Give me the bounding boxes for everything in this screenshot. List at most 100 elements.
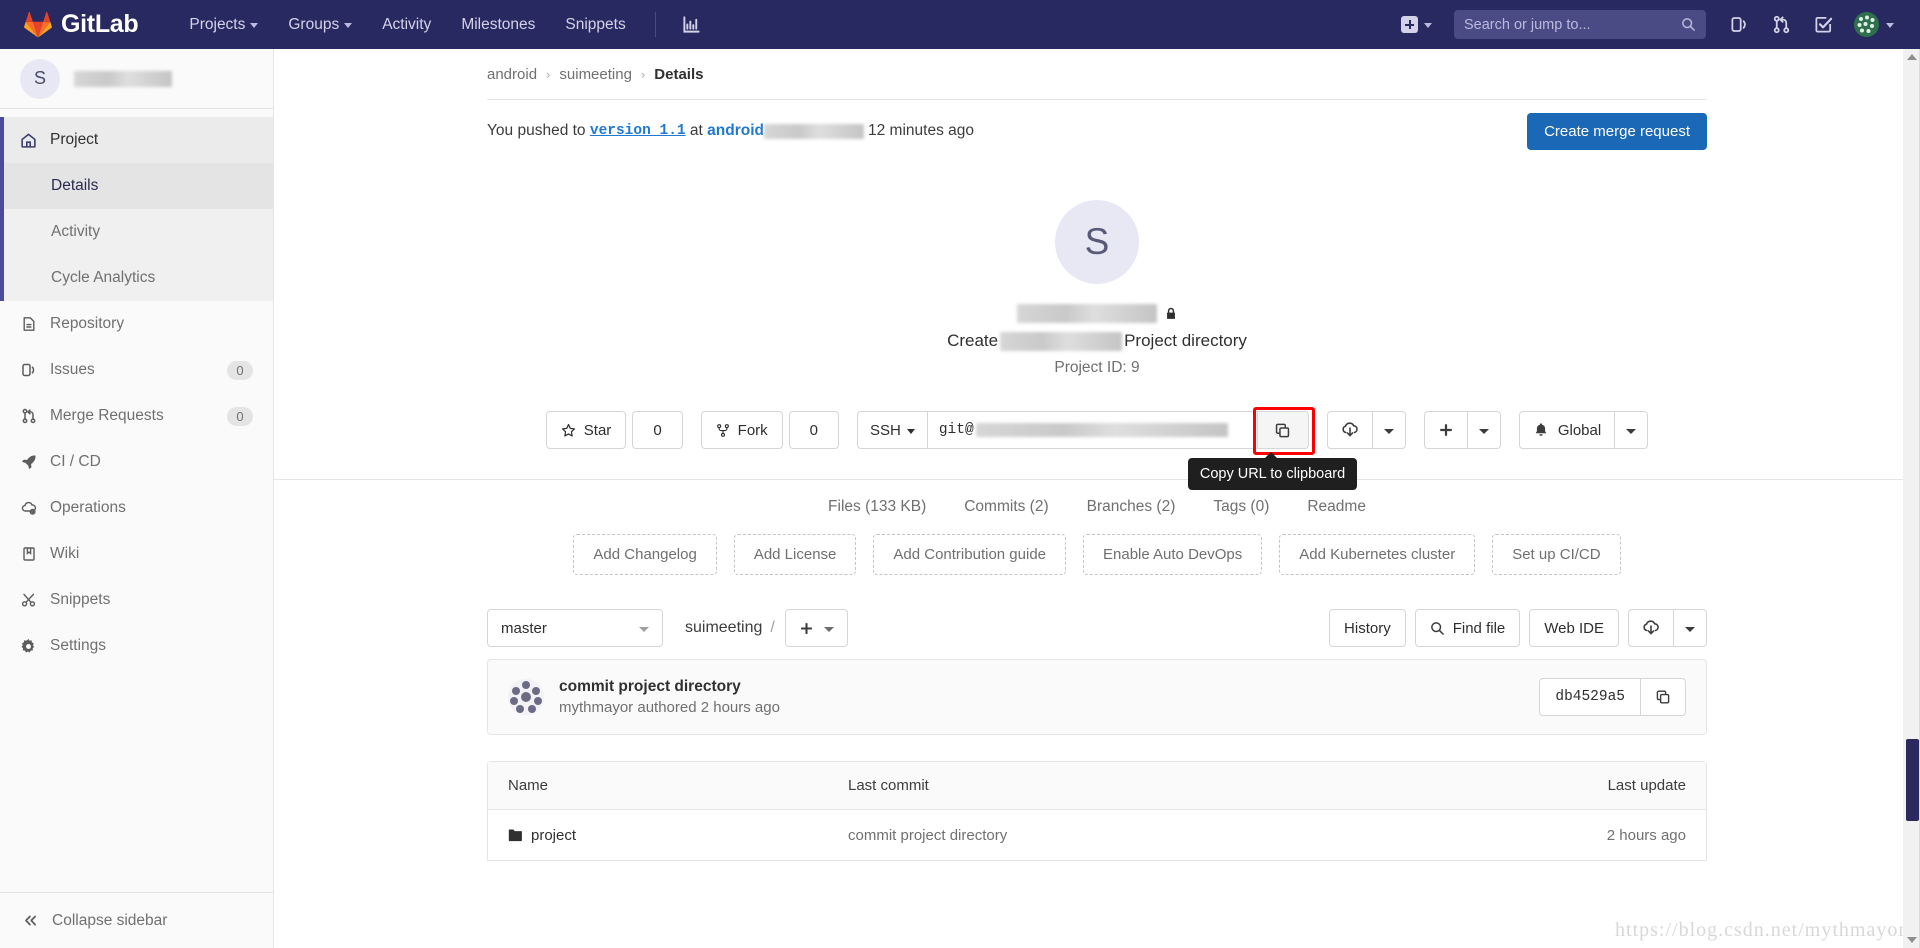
- nav-link-snippets[interactable]: Snippets: [552, 8, 638, 42]
- add-kubernetes-cluster-button[interactable]: Add Kubernetes cluster: [1279, 534, 1476, 575]
- sidebar-item-cycle-analytics[interactable]: Cycle Analytics: [0, 255, 273, 301]
- stat-link-readme[interactable]: Readme: [1307, 498, 1366, 516]
- add-license-button[interactable]: Add License: [733, 534, 857, 575]
- notification-button[interactable]: Global: [1518, 411, 1616, 449]
- stat-link-commits[interactable]: Commits (2): [964, 498, 1048, 516]
- repo-download-button[interactable]: [1628, 609, 1674, 647]
- sidebar-label-wiki: Wiki: [50, 545, 80, 562]
- nav-link-groups[interactable]: Groups: [275, 8, 365, 42]
- push-time: 12 minutes ago: [868, 122, 974, 139]
- sidebar-item-activity[interactable]: Activity: [0, 209, 273, 255]
- cloud-gear-icon: [20, 500, 37, 516]
- create-merge-request-button[interactable]: Create merge request: [1527, 112, 1707, 150]
- clone-url-group: SSH git@ Copy URL to clipboard: [857, 407, 1358, 490]
- scrollbar-thumb[interactable]: [1906, 739, 1919, 821]
- repo-download-dropdown-toggle[interactable]: [1674, 609, 1707, 647]
- fork-count[interactable]: 0: [788, 411, 839, 449]
- sidebar-item-project[interactable]: Project: [0, 117, 273, 163]
- add-changelog-button[interactable]: Add Changelog: [573, 534, 717, 575]
- commit-sha[interactable]: db4529a5: [1539, 678, 1640, 716]
- global-search[interactable]: [1454, 10, 1706, 39]
- sidebar-item-repository[interactable]: Repository: [0, 301, 273, 347]
- last-commit-message[interactable]: commit project directory: [559, 678, 780, 696]
- sidebar-item-settings[interactable]: Settings: [0, 623, 273, 669]
- chevron-down-icon: [1685, 626, 1695, 632]
- notification-split-button: Global: [1518, 411, 1649, 449]
- project-id-label: Project ID: 9: [1054, 359, 1140, 376]
- clone-protocol-selector[interactable]: SSH: [857, 411, 927, 449]
- sidebar-item-operations[interactable]: Operations: [0, 485, 273, 531]
- nav-link-milestones[interactable]: Milestones: [448, 8, 548, 42]
- sidebar-label-project: Project: [50, 131, 99, 148]
- plus-square-icon: [1401, 16, 1418, 33]
- sidebar-project-header[interactable]: S: [0, 49, 273, 109]
- clone-protocol-label: SSH: [870, 421, 901, 439]
- add-button[interactable]: [1423, 411, 1468, 449]
- scissors-icon: [20, 592, 37, 608]
- copy-url-button[interactable]: Copy URL to clipboard: [1187, 407, 1358, 490]
- find-file-button[interactable]: Find file: [1414, 609, 1521, 647]
- add-to-tree-button[interactable]: [784, 609, 848, 647]
- sidebar-label-snippets: Snippets: [50, 591, 111, 608]
- project-avatar: S: [1055, 200, 1139, 284]
- scroll-down-arrow-icon[interactable]: [1907, 937, 1917, 943]
- search-icon: [1682, 18, 1695, 31]
- stat-link-branches[interactable]: Branches (2): [1087, 498, 1176, 516]
- project-sidebar: S Project Details Activity Cycle Analyti…: [0, 49, 274, 948]
- star-group: Star 0: [545, 411, 683, 449]
- project-description-suffix: Project directory: [1124, 331, 1247, 350]
- download-button[interactable]: [1326, 411, 1373, 449]
- stat-link-files[interactable]: Files (133 KB): [828, 498, 926, 516]
- nav-link-projects[interactable]: Projects: [176, 8, 271, 42]
- clone-url-field[interactable]: git@: [926, 411, 1257, 449]
- merge-requests-icon[interactable]: [1762, 6, 1800, 44]
- breadcrumb-item-android[interactable]: android: [487, 66, 537, 83]
- sidebar-item-ci-cd[interactable]: CI / CD: [0, 439, 273, 485]
- enable-auto-devops-button[interactable]: Enable Auto DevOps: [1083, 534, 1263, 575]
- analytics-chart-icon[interactable]: [672, 8, 711, 41]
- gitlab-logo[interactable]: GitLab: [24, 10, 139, 39]
- quick-actions-row: Add Changelog Add License Add Contributi…: [274, 534, 1920, 597]
- double-chevron-left-icon: [25, 915, 37, 926]
- add-dropdown-toggle[interactable]: [1467, 411, 1501, 449]
- breadcrumb-item-suimeeting[interactable]: suimeeting: [559, 66, 632, 83]
- commit-sha-group: db4529a5: [1539, 678, 1686, 716]
- sidebar-item-snippets[interactable]: Snippets: [0, 577, 273, 623]
- sidebar-item-details[interactable]: Details: [0, 163, 273, 209]
- history-button[interactable]: History: [1329, 609, 1406, 647]
- sidebar-item-wiki[interactable]: Wiki: [0, 531, 273, 577]
- user-menu[interactable]: [1846, 6, 1902, 43]
- web-ide-button[interactable]: Web IDE: [1529, 609, 1619, 647]
- path-root-link[interactable]: suimeeting: [685, 619, 762, 637]
- todos-checkmark-icon[interactable]: [1804, 6, 1842, 44]
- sidebar-item-issues[interactable]: Issues 0: [0, 347, 273, 393]
- fork-button[interactable]: Fork: [700, 411, 783, 449]
- add-split-button: [1423, 411, 1501, 449]
- copy-sha-button[interactable]: [1640, 678, 1686, 716]
- push-branch-link[interactable]: version_1.1: [590, 123, 686, 139]
- star-button[interactable]: Star: [545, 411, 627, 449]
- nav-link-activity[interactable]: Activity: [369, 8, 444, 42]
- table-row[interactable]: project commit project directory 2 hours…: [488, 810, 1706, 860]
- collapse-sidebar-button[interactable]: Collapse sidebar: [0, 892, 273, 948]
- file-row-name[interactable]: project: [531, 827, 576, 844]
- download-icon: [1342, 422, 1358, 437]
- file-row-last-commit[interactable]: commit project directory: [848, 827, 1556, 844]
- add-contribution-guide-button[interactable]: Add Contribution guide: [873, 534, 1066, 575]
- branch-selector[interactable]: master: [487, 609, 663, 647]
- page-scrollbar[interactable]: [1903, 49, 1920, 948]
- download-dropdown-toggle[interactable]: [1372, 411, 1406, 449]
- search-input[interactable]: [1464, 16, 1681, 33]
- project-description: Create Project directory: [274, 331, 1920, 351]
- stat-link-tags[interactable]: Tags (0): [1213, 498, 1269, 516]
- star-count[interactable]: 0: [632, 411, 683, 449]
- gitlab-tanuki-icon: [24, 11, 52, 37]
- sidebar-label-operations: Operations: [50, 499, 126, 516]
- sidebar-item-merge-requests[interactable]: Merge Requests 0: [0, 393, 273, 439]
- new-item-button[interactable]: [1393, 10, 1440, 39]
- scroll-up-arrow-icon[interactable]: [1907, 54, 1917, 60]
- set-up-ci-cd-button[interactable]: Set up CI/CD: [1492, 534, 1621, 575]
- notification-dropdown-toggle[interactable]: [1615, 411, 1649, 449]
- issues-icon[interactable]: [1720, 6, 1758, 44]
- push-project-link[interactable]: android: [707, 122, 764, 140]
